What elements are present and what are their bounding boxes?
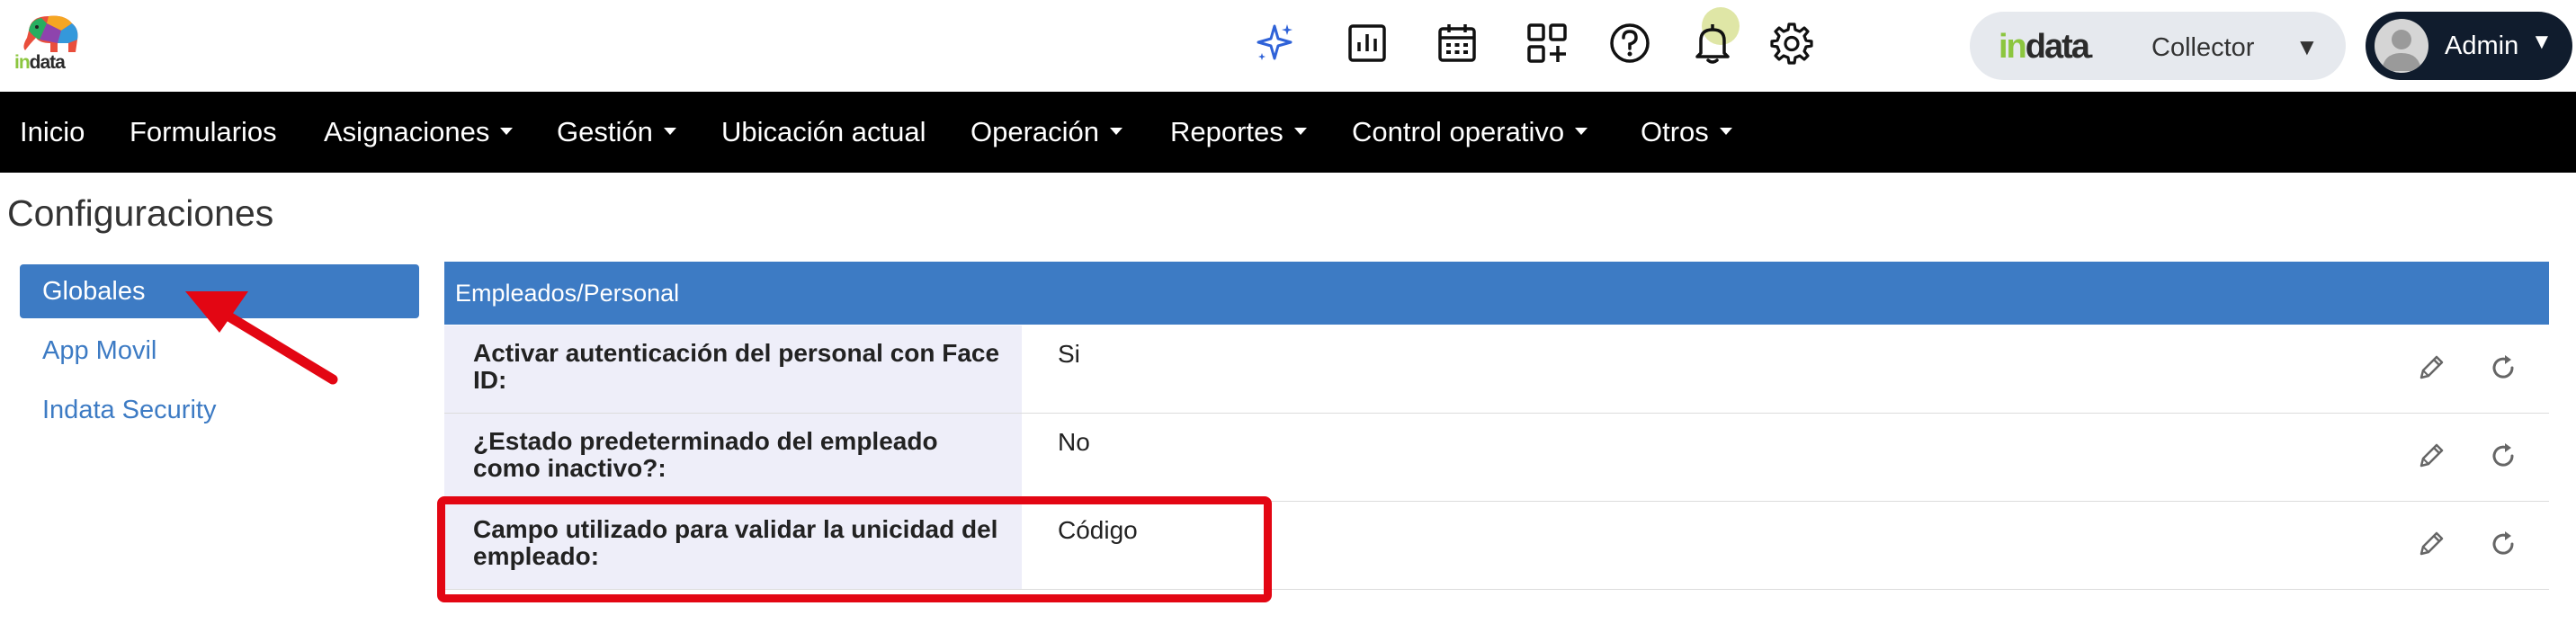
collector-brand-in: in <box>1999 28 2027 66</box>
setting-value: No <box>1058 428 1090 456</box>
reset-refresh-icon[interactable] <box>2486 439 2520 473</box>
nav-label: Ubicación actual <box>721 116 926 147</box>
nav-inicio[interactable]: Inicio <box>20 92 85 173</box>
caret-down-icon <box>500 127 514 135</box>
nav-label: Gestión <box>557 116 653 147</box>
collector-brand-dot: . <box>2088 40 2094 62</box>
chevron-down-icon: ▼ <box>2295 33 2319 60</box>
top-header: indata indata. Collector ▼ Admin ▼ <box>0 0 2576 92</box>
reset-refresh-icon[interactable] <box>2486 351 2520 385</box>
sidebar-item-label: App Movil <box>42 336 157 365</box>
main-nav: Inicio Formularios Asignaciones Gestión … <box>0 92 2576 173</box>
settings-gear-icon[interactable] <box>1767 18 1817 68</box>
nav-label: Inicio <box>20 116 85 147</box>
page-title: Configuraciones <box>7 192 274 234</box>
apps-grid-icon[interactable] <box>1522 18 1572 68</box>
nav-label: Asignaciones <box>324 116 490 147</box>
edit-pencil-icon[interactable] <box>2414 351 2448 385</box>
logo-wordmark: indata <box>14 52 66 74</box>
sparkle-icon[interactable] <box>1250 18 1301 68</box>
chevron-down-icon: ▼ <box>2531 30 2553 54</box>
nav-formularios[interactable]: Formularios <box>130 92 277 173</box>
report-chart-icon[interactable] <box>1342 18 1392 68</box>
sidebar-item-indata-security[interactable]: Indata Security <box>42 396 216 425</box>
caret-down-icon <box>1293 127 1307 135</box>
user-name: Admin <box>2445 31 2519 60</box>
setting-label: Activar autenticación del personal con F… <box>444 325 1022 413</box>
nav-ubicacion-actual[interactable]: Ubicación actual <box>721 92 926 173</box>
collector-selector[interactable]: indata. Collector ▼ <box>1970 12 2346 80</box>
setting-value: Si <box>1058 340 1080 368</box>
nav-otros[interactable]: Otros <box>1641 92 1732 173</box>
notification-bell-icon[interactable] <box>1687 18 1738 68</box>
sidebar-item-globales[interactable]: Globales <box>20 264 419 318</box>
nav-label: Reportes <box>1170 116 1284 147</box>
collector-brand-data: data <box>2025 28 2090 66</box>
help-icon[interactable] <box>1605 18 1655 68</box>
caret-down-icon <box>1575 127 1588 135</box>
user-menu[interactable]: Admin ▼ <box>2366 12 2572 80</box>
setting-row: Activar autenticación del personal con F… <box>444 325 2549 414</box>
sidebar-item-label: Globales <box>42 277 146 306</box>
collector-label: Collector <box>2151 33 2255 62</box>
highlight-box <box>437 496 1272 602</box>
section-header: Empleados/Personal <box>444 262 2549 325</box>
collector-brand: indata. <box>1999 28 2094 67</box>
logo-in-text: in <box>14 52 31 73</box>
nav-label: Control operativo <box>1352 116 1565 147</box>
nav-label: Operación <box>970 116 1100 147</box>
setting-label: ¿Estado predeterminado del empleado como… <box>444 414 1022 501</box>
logo-data-text: data <box>29 52 66 73</box>
nav-gestion[interactable]: Gestión <box>557 92 676 173</box>
calendar-icon[interactable] <box>1432 18 1482 68</box>
nav-operacion[interactable]: Operación <box>970 92 1123 173</box>
reset-refresh-icon[interactable] <box>2486 527 2520 561</box>
sidebar-item-label: Indata Security <box>42 396 217 424</box>
nav-reportes[interactable]: Reportes <box>1170 92 1307 173</box>
nav-asignaciones[interactable]: Asignaciones <box>324 92 514 173</box>
nav-label: Otros <box>1641 116 1709 147</box>
nav-control-operativo[interactable]: Control operativo <box>1352 92 1588 173</box>
sidebar-item-app-movil[interactable]: App Movil <box>42 336 157 366</box>
setting-row: ¿Estado predeterminado del empleado como… <box>444 414 2549 502</box>
caret-down-icon <box>1110 127 1123 135</box>
caret-down-icon <box>663 127 676 135</box>
caret-down-icon <box>1719 127 1732 135</box>
avatar <box>2375 19 2428 73</box>
nav-label: Formularios <box>130 116 277 147</box>
user-avatar-icon <box>2382 30 2421 71</box>
edit-pencil-icon[interactable] <box>2414 527 2448 561</box>
edit-pencil-icon[interactable] <box>2414 439 2448 473</box>
